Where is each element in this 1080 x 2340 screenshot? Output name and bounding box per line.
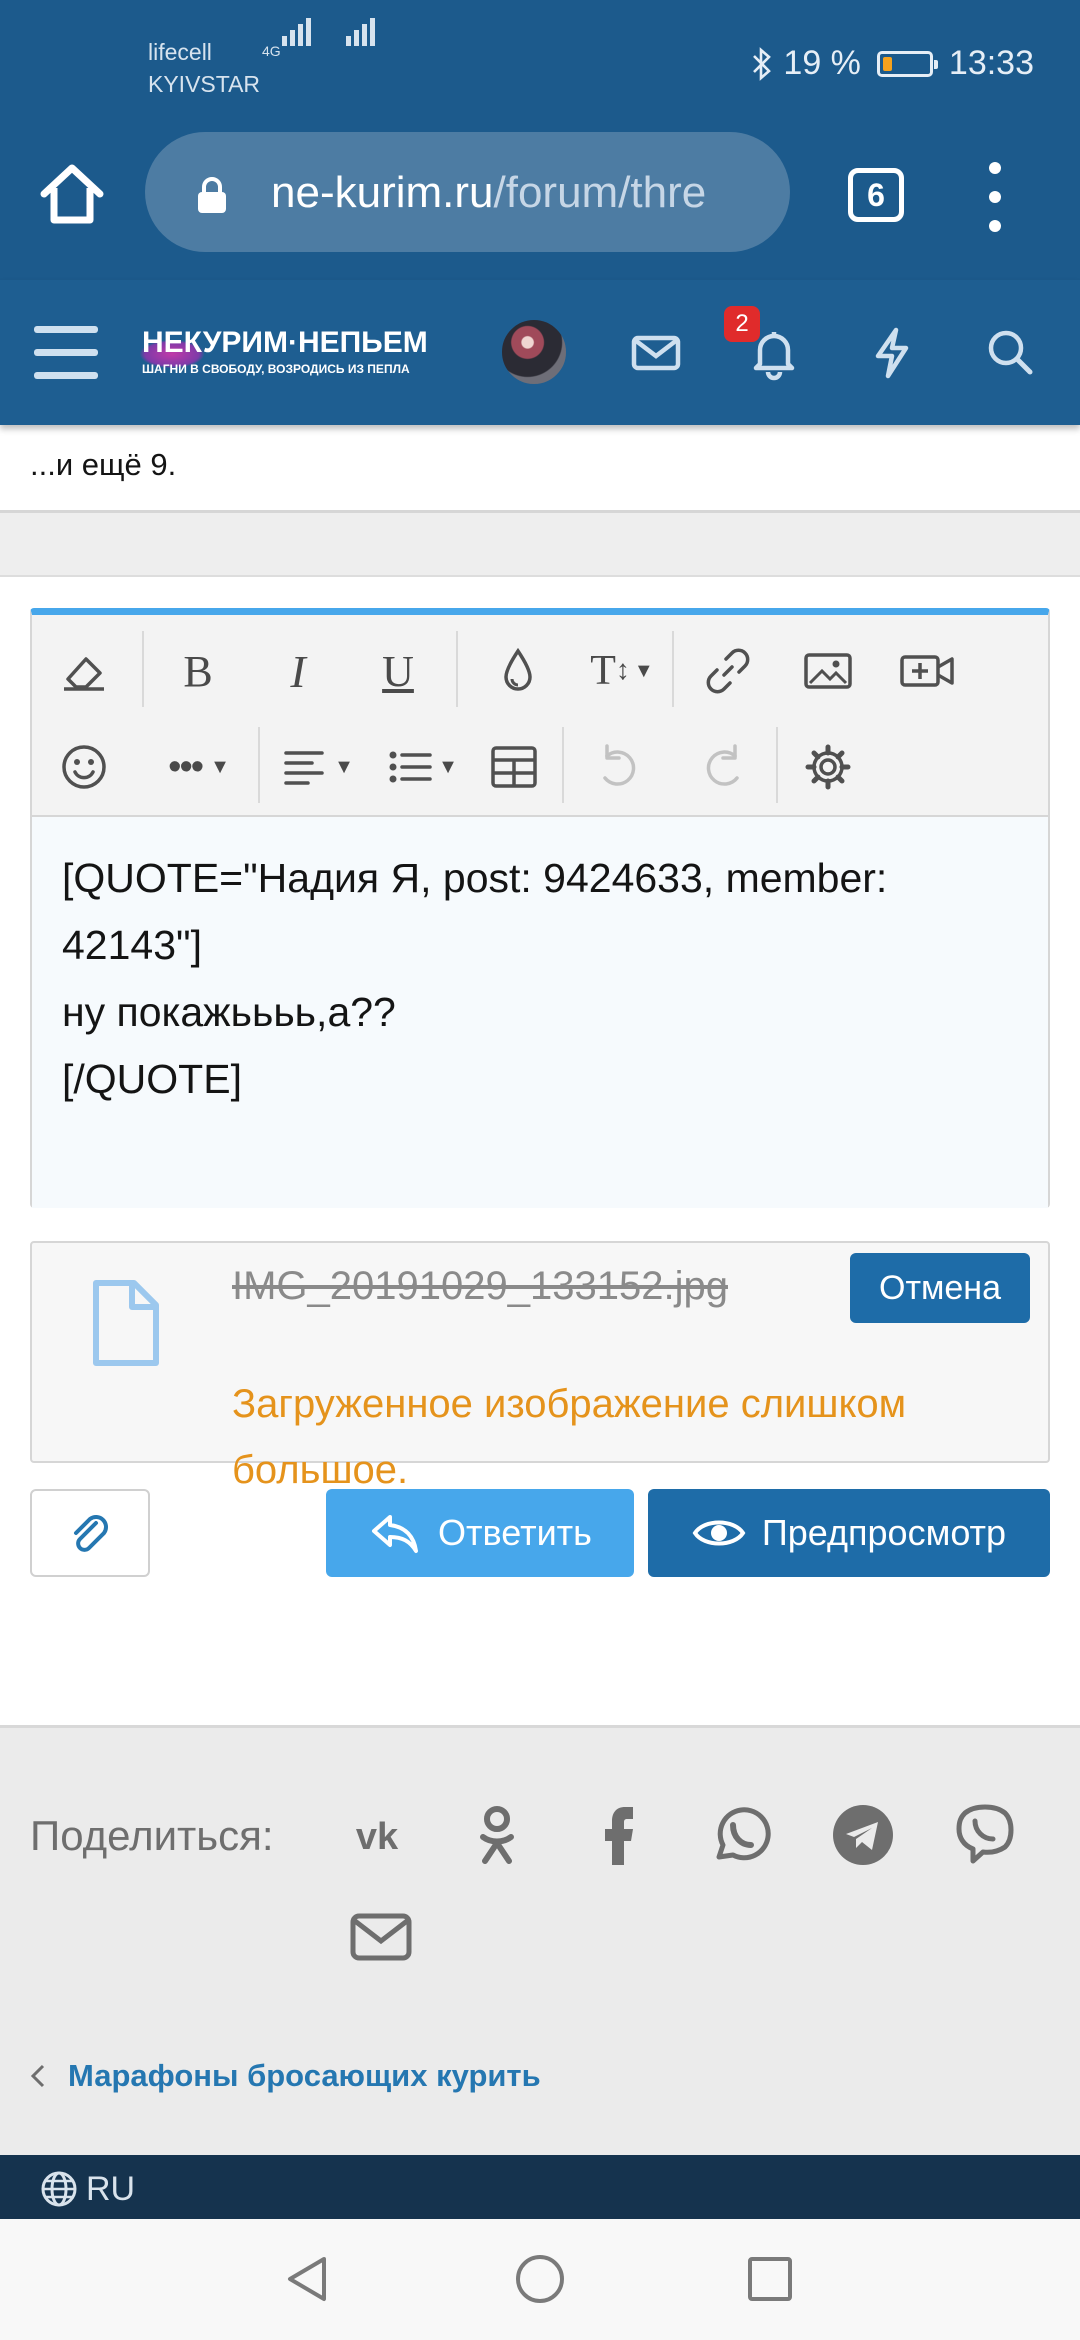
image-icon[interactable]: [792, 635, 864, 707]
status-right: 19 % 13:33: [751, 44, 1034, 83]
status-bar: lifecell KYIVSTAR 4G 19 % 13:33: [0, 0, 1080, 120]
file-icon: [93, 1280, 159, 1366]
emoji-icon[interactable]: [48, 731, 120, 803]
url-domain: ne-kurim.ru: [271, 168, 494, 217]
more-members-text[interactable]: ...и ещё 9.: [30, 447, 176, 483]
facebook-icon[interactable]: [584, 1800, 654, 1870]
quick-reply: B I U T ↕ ▼ ••• ▼ ▼ ▼ [QUOTE="Надия Я, p…: [0, 575, 1080, 1725]
search-icon[interactable]: [976, 318, 1044, 386]
carrier-2: KYIVSTAR: [148, 71, 261, 97]
toolbar-separator: [456, 631, 458, 707]
carrier-info: lifecell KYIVSTAR: [148, 36, 260, 100]
video-icon[interactable]: [892, 635, 964, 707]
paperclip-icon: [74, 1515, 108, 1552]
site-footer: RU: [0, 2155, 1080, 2219]
rich-text-editor: B I U T ↕ ▼ ••• ▼ ▼ ▼ [QUOTE="Надия Я, p…: [30, 608, 1050, 1208]
underline-icon[interactable]: U: [362, 635, 434, 707]
telegram-icon[interactable]: [828, 1800, 898, 1870]
attach-files-button[interactable]: [30, 1489, 150, 1577]
attachment-file-name: IMG_20191029_133152.jpg: [232, 1264, 728, 1308]
recents-nav-icon[interactable]: [742, 2251, 798, 2307]
battery-icon: [876, 50, 938, 77]
email-icon[interactable]: [346, 1902, 416, 1972]
bold-icon[interactable]: B: [162, 635, 234, 707]
back-nav-icon[interactable]: [280, 2251, 336, 2307]
toolbar-separator: [672, 631, 674, 707]
site-logo[interactable]: НЕКУРИМ·НЕПЬЕМ ШАГНИ В СВОБОДУ, ВОЗРОДИС…: [140, 320, 440, 380]
breadcrumb-link[interactable]: Марафоны бросающих курить: [68, 2058, 541, 2094]
preview-label: Предпросмотр: [761, 1512, 1007, 1553]
attachment-upload: IMG_20191029_133152.jpg Отмена Загруженн…: [30, 1241, 1050, 1492]
toolbar-separator: [776, 727, 778, 803]
cancel-upload-button[interactable]: Отмена: [850, 1253, 1030, 1323]
table-icon[interactable]: [478, 731, 550, 803]
globe-icon: [41, 2171, 77, 2207]
odnoklassniki-icon[interactable]: [462, 1800, 532, 1870]
inbox-icon[interactable]: [622, 318, 690, 386]
address-bar[interactable]: ne-kurim.ru/forum/thre: [145, 132, 790, 252]
section-gap: [0, 513, 1080, 575]
more-icon[interactable]: ••• ▼: [144, 731, 254, 803]
undo-icon[interactable]: [582, 731, 654, 803]
color-drop-icon[interactable]: [482, 635, 554, 707]
settings-icon[interactable]: [792, 731, 864, 803]
redo-icon[interactable]: [688, 731, 760, 803]
logo-title: НЕКУРИМ·НЕПЬЕМ: [142, 326, 428, 359]
hamburger-menu-icon[interactable]: [34, 322, 100, 382]
align-icon[interactable]: ▼: [268, 731, 368, 803]
whatsapp-icon[interactable]: [706, 1800, 776, 1870]
tab-switcher-button[interactable]: 6: [848, 168, 904, 222]
link-icon[interactable]: [692, 635, 764, 707]
carrier-1: lifecell: [148, 39, 212, 65]
toolbar-separator: [142, 631, 144, 707]
reply-label: Ответить: [438, 1512, 592, 1553]
breadcrumb[interactable]: Марафоны бросающих курить: [30, 2058, 541, 2094]
svg-text:vk: vk: [356, 1816, 399, 1855]
language-chooser[interactable]: RU: [40, 2169, 135, 2209]
toolbar-separator: [562, 727, 564, 803]
home-icon[interactable]: [36, 158, 108, 230]
share-section: Поделиться: vk Марафоны бросающих курить: [0, 1725, 1080, 2155]
list-icon[interactable]: ▼: [372, 731, 472, 803]
likes-block: ...и ещё 9.: [0, 425, 1080, 513]
reply-icon: [372, 1515, 419, 1553]
vk-icon[interactable]: vk: [342, 1800, 412, 1870]
browser-toolbar: ne-kurim.ru/forum/thre 6: [0, 120, 1080, 280]
lightning-icon[interactable]: [858, 318, 926, 386]
italic-icon[interactable]: I: [262, 635, 334, 707]
form-buttons: Ответить Предпросмотр: [0, 1489, 1080, 1579]
home-nav-icon[interactable]: [512, 2251, 568, 2307]
bluetooth-icon: [753, 46, 772, 81]
language-label: RU: [86, 2170, 136, 2208]
upload-error-message: Загруженное изображение слишком большое.: [232, 1382, 907, 1492]
lock-icon: [198, 177, 226, 213]
notification-badge: 2: [724, 306, 760, 342]
site-header: НЕКУРИМ·НЕПЬЕМ ШАГНИ В СВОБОДУ, ВОЗРОДИС…: [0, 280, 1080, 425]
eraser-icon[interactable]: [48, 635, 120, 707]
network-type: 4G: [262, 43, 281, 59]
editor-toolbar: B I U T ↕ ▼ ••• ▼ ▼ ▼: [32, 615, 1048, 815]
browser-menu-icon[interactable]: [985, 162, 1005, 232]
share-label: Поделиться:: [30, 1812, 274, 1859]
chevron-left-icon: [30, 2064, 45, 2088]
logo-tagline: ШАГНИ В СВОБОДУ, ВОЗРОДИСЬ ИЗ ПЕПЛА: [142, 362, 410, 376]
eye-icon: [692, 1520, 746, 1546]
user-avatar[interactable]: [500, 318, 568, 386]
text-size-icon[interactable]: T ↕ ▼: [572, 635, 672, 707]
url-text: ne-kurim.ru/forum/thre: [271, 168, 771, 218]
toolbar-separator: [258, 727, 260, 803]
viber-icon[interactable]: [950, 1800, 1020, 1870]
reply-button[interactable]: Ответить: [326, 1489, 634, 1577]
preview-button[interactable]: Предпросмотр: [648, 1489, 1050, 1577]
url-path: /forum/thre: [493, 168, 707, 217]
battery-percent: 19 %: [783, 44, 861, 82]
system-navigation-bar: [0, 2219, 1080, 2340]
clock: 13:33: [948, 44, 1034, 82]
editor-text-area[interactable]: [QUOTE="Надия Я, post: 9424633, member: …: [32, 815, 1048, 1208]
